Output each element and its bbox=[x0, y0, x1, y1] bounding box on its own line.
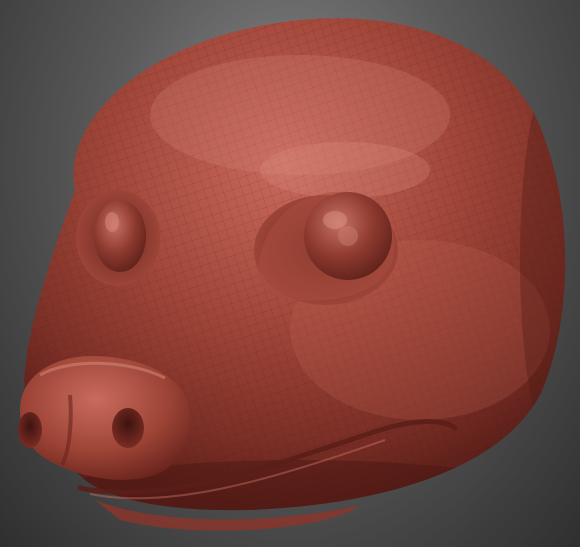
3d-viewport[interactable] bbox=[0, 0, 580, 547]
snout bbox=[18, 355, 190, 480]
sculpted-head-model[interactable] bbox=[0, 0, 580, 547]
left-nostril bbox=[18, 412, 42, 448]
right-nostril bbox=[112, 408, 144, 448]
left-eye bbox=[76, 190, 160, 286]
